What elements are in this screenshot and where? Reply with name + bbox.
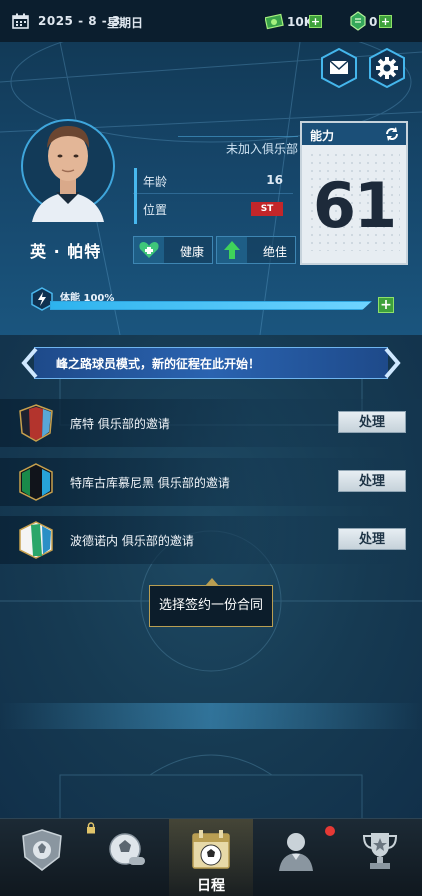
nav-schedule[interactable]: 日程 — [169, 819, 253, 896]
add-stamina-button[interactable]: + — [378, 297, 394, 313]
health-status: 健康 — [133, 236, 213, 264]
form-text: 绝佳 — [262, 245, 287, 259]
nav-training[interactable] — [84, 819, 168, 896]
banner-text: 峰之路球员模式，新的征程在此开始！ — [56, 357, 261, 371]
health-text: 健康 — [179, 245, 204, 259]
age-label: 年龄 — [143, 175, 168, 189]
nav-schedule-label: 日程 — [197, 878, 225, 894]
calendar-icon — [12, 13, 29, 29]
crest-shield-icon — [22, 829, 62, 871]
ball-whistle-icon — [109, 833, 145, 865]
nav-club[interactable] — [0, 819, 84, 896]
age-row: 年龄 16 — [133, 168, 293, 194]
club-status: 未加入俱乐部 — [225, 142, 298, 156]
ability-label: 能力 — [310, 129, 335, 143]
player-icon — [279, 833, 313, 871]
position-label: 位置 — [143, 203, 168, 217]
refresh-icon[interactable] — [384, 126, 400, 142]
club-invite-row: 特库古库慕尼黑 俱乐部的邀请 处理 — [0, 458, 422, 506]
top-bar: 2025 - 8 - 3 星期日 10K + 0 + — [0, 0, 422, 42]
hint-tooltip: 选择签约一份合同 — [149, 585, 273, 627]
mail-button[interactable] — [320, 48, 358, 88]
ability-value: 61 — [312, 169, 397, 242]
club-invite-row: 波德诺内 俱乐部的邀请 处理 — [0, 516, 422, 564]
player-name: 英 · 帕特 — [30, 242, 102, 261]
handle-invite-button[interactable]: 处理 — [338, 528, 406, 550]
handle-invite-button[interactable]: 处理 — [338, 470, 406, 492]
gem-icon — [350, 11, 366, 31]
settings-button[interactable] — [368, 48, 406, 88]
stamina-bar — [50, 301, 372, 310]
ability-card: 能力 61 — [300, 121, 408, 265]
nav-honors[interactable] — [338, 819, 422, 896]
invite-text: 特库古库慕尼黑 俱乐部的邀请 — [70, 476, 230, 490]
invite-text: 席特 俱乐部的邀请 — [70, 417, 170, 431]
weekday-text: 星期日 — [107, 16, 144, 30]
age-value: 16 — [266, 173, 283, 187]
add-cash-button[interactable]: + — [309, 15, 322, 28]
invite-text: 波德诺内 俱乐部的邀请 — [70, 534, 194, 548]
banner-prev-arrow-icon[interactable] — [18, 347, 40, 379]
position-badge: ST — [251, 202, 283, 216]
add-gem-button[interactable]: + — [379, 15, 392, 28]
club-invite-row: 席特 俱乐部的邀请 处理 — [0, 399, 422, 447]
trophy-icon — [362, 833, 398, 869]
lock-icon — [87, 822, 95, 834]
form-status: 绝佳 — [216, 236, 296, 264]
divider — [178, 136, 298, 137]
cash-icon — [265, 13, 284, 30]
gem-value: 0 — [369, 15, 378, 29]
notification-dot — [325, 826, 335, 836]
banner-next-arrow-icon[interactable] — [382, 347, 404, 379]
ability-header: 能力 — [302, 123, 406, 145]
position-row: 位置 ST — [133, 196, 293, 222]
club-crest-icon — [19, 404, 53, 442]
handle-invite-button[interactable]: 处理 — [338, 411, 406, 433]
health-heart-icon — [134, 237, 164, 263]
glow-strip — [0, 703, 422, 729]
player-avatar — [21, 119, 115, 222]
calendar-ball-icon — [192, 830, 230, 869]
club-crest-icon — [19, 463, 53, 501]
club-crest-icon — [19, 521, 53, 559]
bottom-nav: 日程 — [0, 818, 422, 896]
form-up-arrow-icon — [217, 237, 247, 263]
stamina-fill — [51, 302, 371, 309]
mode-banner: 峰之路球员模式，新的征程在此开始！ — [18, 347, 404, 379]
